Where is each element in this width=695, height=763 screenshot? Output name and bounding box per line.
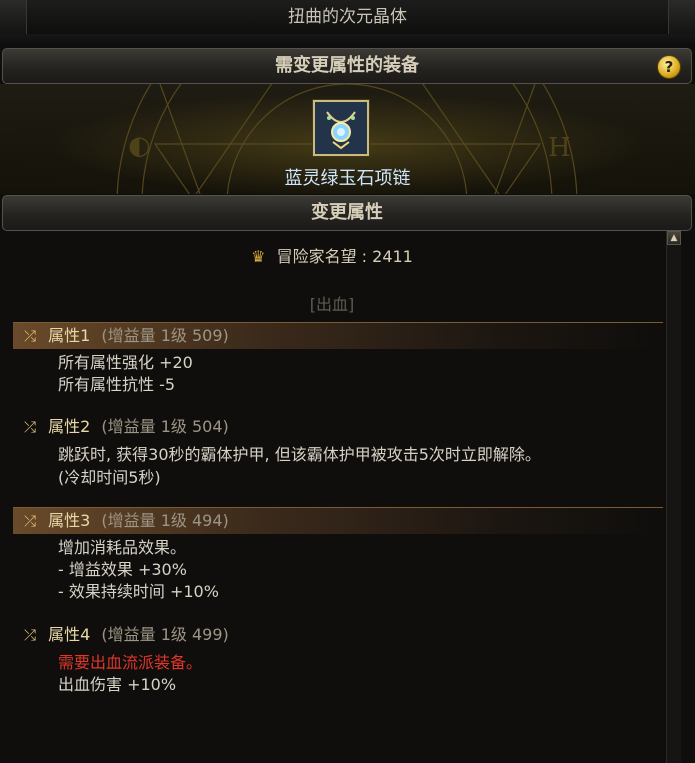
equipment-section-title: 需变更属性的装备: [275, 55, 419, 76]
svg-text:H: H: [548, 133, 571, 163]
shuffle-icon: ⤮: [23, 327, 36, 345]
equipment-slot[interactable]: [313, 100, 369, 156]
attribute-gain-info: (增益量 1级 499): [101, 625, 229, 644]
window-frame: [0, 34, 695, 46]
vertical-scrollbar[interactable]: ▲: [666, 231, 681, 763]
attribute-gain-info: (增益量 1级 494): [101, 511, 229, 530]
crystal-window: 扭曲的次元晶体 需变更属性的装备 ? ◐ H 蓝灵绿玉石项链 变更属性 ♛ 冒险…: [0, 0, 695, 763]
scroll-up-button[interactable]: ▲: [667, 231, 681, 245]
title-bar-right-cap: [668, 0, 695, 34]
attribute-desc-line: 增加消耗品效果。: [58, 538, 187, 557]
attribute-row-3[interactable]: ⤮ 属性3 (增益量 1级 494): [13, 507, 663, 534]
attribute-desc-line: 出血伤害 +10%: [58, 675, 177, 694]
fame-value: 2411: [372, 247, 413, 266]
equipment-name: 蓝灵绿玉石项链: [284, 168, 411, 189]
attribute-row-2[interactable]: ⤮ 属性2 (增益量 1级 504): [13, 414, 663, 440]
attribute-row-4[interactable]: ⤮ 属性4 (增益量 1级 499): [13, 622, 663, 648]
equipment-section-header: 需变更属性的装备 ?: [2, 48, 692, 84]
attribute-desc-line: (冷却时间5秒): [58, 468, 161, 487]
attribute-desc-line: 所有属性强化 +20: [58, 353, 193, 372]
bleed-tag: [出血]: [309, 295, 355, 314]
attribute-gain-info: (增益量 1级 509): [101, 326, 229, 345]
change-attribute-header: 变更属性: [2, 195, 692, 231]
shuffle-icon: ⤮: [23, 418, 36, 436]
svg-text:◐: ◐: [128, 131, 151, 161]
shuffle-icon: ⤮: [23, 512, 36, 530]
attribute-requirement-line: 需要出血流派装备。: [58, 653, 203, 672]
attribute-name: 属性1: [48, 326, 91, 345]
attribute-name: 属性2: [48, 417, 91, 436]
window-title: 扭曲的次元晶体: [288, 7, 407, 27]
attribute-gain-info: (增益量 1级 504): [101, 417, 229, 436]
attribute-name: 属性3: [48, 511, 91, 530]
attribute-list-panel[interactable]: ♛ 冒险家名望 : 2411 [出血] ⤮ 属性1 (增益量 1级 509) 所…: [0, 231, 664, 763]
attribute-desc-line: - 增益效果 +30%: [58, 560, 187, 579]
adventurer-fame: ♛ 冒险家名望 : 2411: [0, 243, 664, 267]
attribute-name: 属性4: [48, 625, 91, 644]
attribute-desc-line: 跳跃时, 获得30秒的霸体护甲, 但该霸体护甲被攻击5次时立即解除。: [58, 445, 541, 464]
title-bar-left-cap: [0, 0, 27, 34]
change-attribute-title: 变更属性: [311, 202, 383, 223]
attribute-desc-line: - 效果持续时间 +10%: [58, 582, 219, 601]
equipment-area: ◐ H 蓝灵绿玉石项链: [0, 84, 695, 194]
help-button[interactable]: ?: [657, 55, 681, 79]
necklace-icon: [315, 102, 367, 154]
laurel-crown-icon: ♛: [251, 247, 266, 266]
attribute-row-1[interactable]: ⤮ 属性1 (增益量 1级 509): [13, 322, 663, 349]
fame-label: 冒险家名望 :: [276, 247, 368, 266]
attribute-desc-line: 所有属性抗性 -5: [58, 375, 176, 394]
title-bar[interactable]: 扭曲的次元晶体: [0, 0, 695, 35]
shuffle-icon: ⤮: [23, 626, 36, 644]
